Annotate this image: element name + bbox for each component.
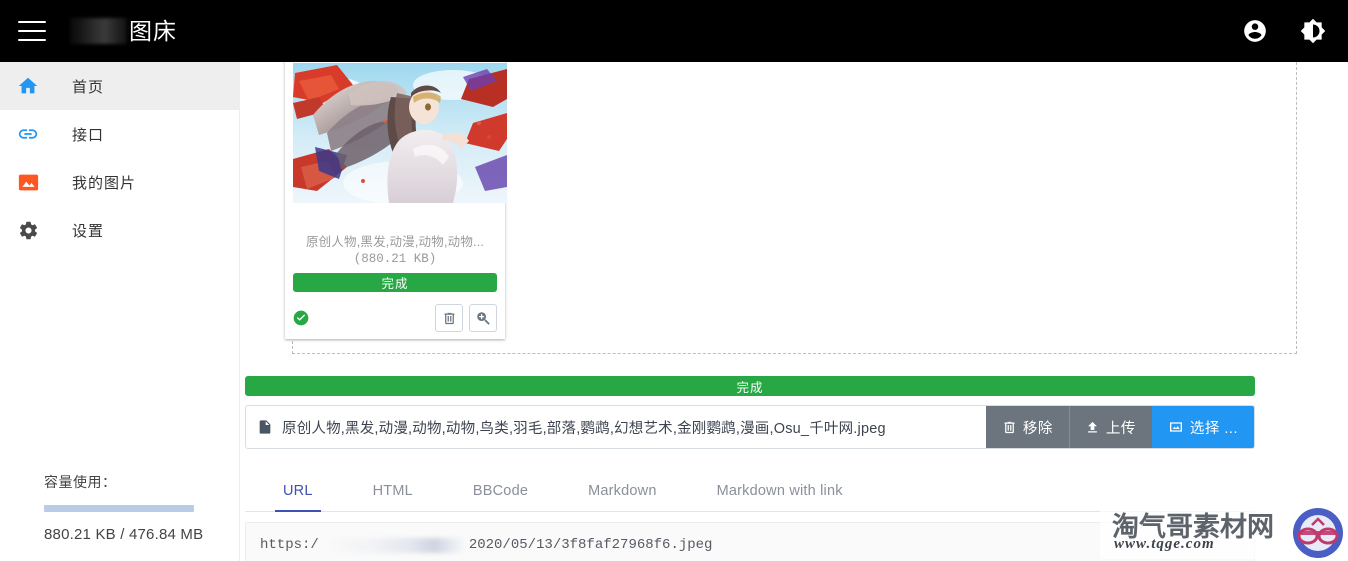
tab-bbcode-label: BBCode	[472, 483, 529, 499]
remove-button-label: 移除	[1022, 420, 1053, 437]
card-file-name: 原创人物,黑发,动漫,动物,动物...	[305, 235, 485, 249]
tab-url[interactable]: URL	[253, 483, 343, 512]
capacity-title: 容量使用：	[44, 474, 117, 490]
upload-button[interactable]: 上传	[1068, 406, 1152, 448]
url-suffix: 2020/05/13/3f8faf27968f6.jpeg	[468, 537, 713, 553]
sidebar: 首页 接口 我的图片 设置 容量使用： 880.21 KB / 476.84 M…	[0, 62, 240, 561]
tab-markdown[interactable]: Markdown	[558, 483, 687, 511]
tab-html-label: HTML	[372, 483, 413, 499]
hamburger-menu-icon[interactable]	[18, 21, 46, 41]
account-circle-icon[interactable]	[1242, 18, 1268, 44]
card-zoom-button[interactable]	[469, 304, 497, 332]
sidebar-item-my-images-label: 我的图片	[72, 174, 137, 192]
sidebar-item-settings-label: 设置	[72, 222, 105, 240]
hamburger-bar	[18, 21, 46, 23]
url-prefix: https:/	[260, 537, 319, 553]
hamburger-bar	[18, 30, 46, 32]
file-preview-card: 原创人物,黑发,动漫,动物,动物... (880.21 KB) 完成	[285, 62, 507, 339]
tab-markdown-label: Markdown	[588, 483, 657, 499]
header-actions	[1242, 18, 1348, 44]
hamburger-bar	[18, 39, 46, 41]
trash-icon	[444, 312, 454, 324]
tab-html[interactable]: HTML	[343, 483, 443, 511]
tab-markdown-with-link-label: Markdown with link	[716, 483, 843, 499]
brand-title: 图床	[129, 17, 177, 44]
tab-markdown-with-link[interactable]: Markdown with link	[687, 483, 873, 511]
upload-icon	[1088, 421, 1097, 432]
sidebar-item-home[interactable]: 首页	[0, 62, 239, 110]
upload-file-row: 原创人物,黑发,动漫,动物,动物,鸟类,羽毛,部落,鹦鹉,幻想艺术,金刚鹦鹉,漫…	[245, 405, 1255, 449]
card-progress-bar: 完成	[293, 273, 497, 292]
image-multiple-icon	[1169, 422, 1182, 432]
upload-block: 完成 原创人物,黑发,动漫,动物,动物,鸟类,羽毛,部落,鹦鹉,幻想艺术,金刚鹦…	[245, 376, 1255, 449]
gear-icon	[16, 218, 40, 242]
main-content: 原创人物,黑发,动漫,动物,动物... (880.21 KB) 完成 完成 原创…	[240, 62, 1348, 561]
select-files-button-label: 选择 ...	[1189, 420, 1238, 437]
upload-button-label: 上传	[1105, 420, 1136, 437]
format-tabs: URL HTML BBCode Markdown Markdown with l…	[245, 466, 1255, 512]
file-document-icon	[259, 420, 271, 434]
url-redacted-domain	[320, 537, 467, 553]
card-delete-button[interactable]	[435, 304, 463, 332]
capacity-usage-text: 880.21 KB / 476.84 MB	[44, 526, 204, 543]
brand-redacted-block	[70, 18, 127, 44]
card-progress-label: 完成	[381, 277, 409, 291]
upload-file-info: 原创人物,黑发,动漫,动物,动物,鸟类,羽毛,部落,鹦鹉,幻想艺术,金刚鹦鹉,漫…	[246, 406, 986, 448]
sidebar-item-api-label: 接口	[72, 126, 105, 144]
sidebar-item-api[interactable]: 接口	[0, 110, 239, 158]
thumbnail-artwork	[293, 63, 507, 203]
upload-progress-label: 完成	[736, 380, 764, 395]
home-icon	[16, 74, 40, 98]
capacity-progress-fill	[44, 505, 194, 512]
capacity-usage: 容量使用： 880.21 KB / 476.84 MB	[0, 472, 240, 561]
select-files-button[interactable]: 选择 ...	[1151, 406, 1254, 448]
tab-bbcode[interactable]: BBCode	[443, 483, 558, 511]
brightness-contrast-icon[interactable]	[1300, 18, 1326, 44]
thumbnail-image[interactable]	[293, 63, 507, 203]
brand: 图床	[70, 18, 177, 44]
remove-button[interactable]: 移除	[985, 406, 1069, 448]
trash-icon	[1004, 421, 1015, 433]
app-header: 图床	[0, 0, 1348, 62]
upload-progress-bar: 完成	[245, 376, 1255, 396]
check-circle-icon	[293, 310, 309, 326]
card-actions	[293, 303, 497, 333]
sidebar-item-home-label: 首页	[72, 78, 105, 96]
sidebar-item-my-images[interactable]: 我的图片	[0, 158, 239, 206]
link-icon	[16, 122, 40, 146]
sidebar-item-settings[interactable]: 设置	[0, 206, 239, 254]
url-result-field[interactable]: https:/ 2020/05/13/3f8faf27968f6.jpeg	[245, 522, 1255, 561]
magnify-plus-icon	[476, 311, 490, 325]
capacity-progress-bar	[44, 505, 194, 512]
image-icon	[16, 170, 40, 194]
tab-url-label: URL	[283, 483, 313, 499]
card-file-size: (880.21 KB)	[353, 252, 437, 266]
upload-file-name: 原创人物,黑发,动漫,动物,动物,鸟类,羽毛,部落,鹦鹉,幻想艺术,金刚鹦鹉,漫…	[282, 420, 886, 437]
